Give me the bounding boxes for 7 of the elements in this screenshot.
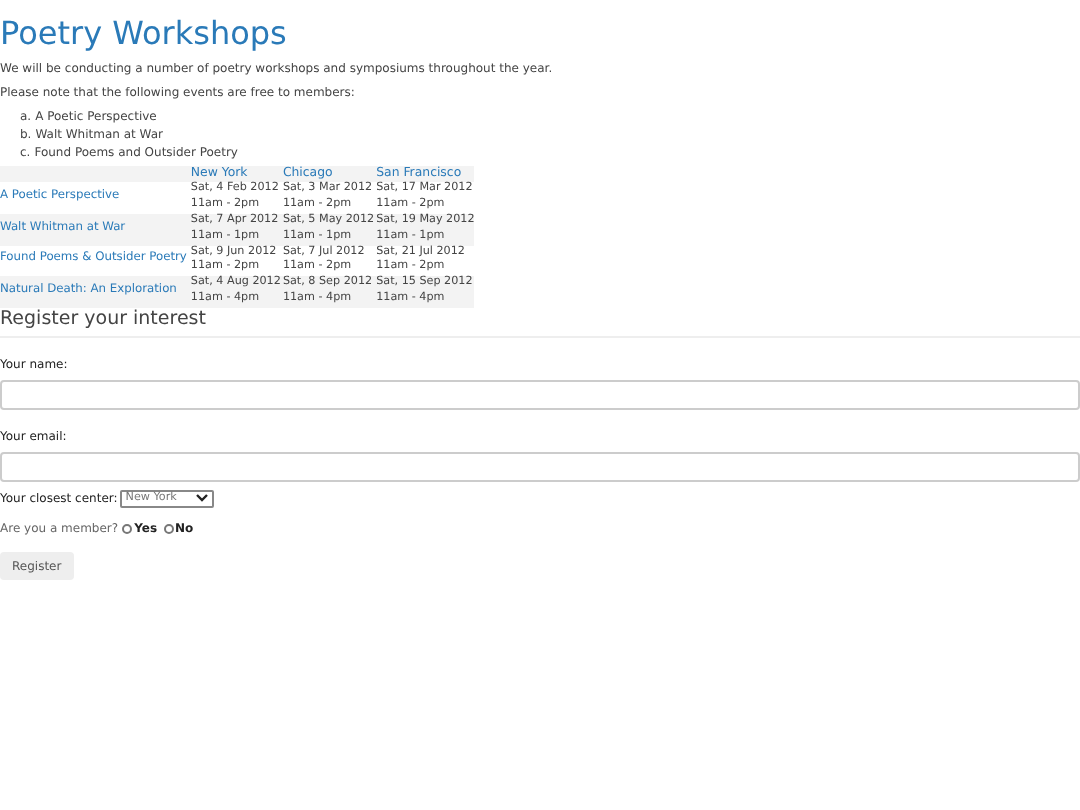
caret-icon bbox=[195, 494, 208, 503]
name-field[interactable] bbox=[0, 379, 1080, 410]
section-heading: Register your interest bbox=[0, 307, 1080, 338]
page-title: Poetry Workshops bbox=[0, 12, 289, 54]
radio-button[interactable] bbox=[122, 523, 133, 534]
radio-button[interactable] bbox=[163, 523, 174, 534]
email-field[interactable] bbox=[0, 451, 1080, 482]
